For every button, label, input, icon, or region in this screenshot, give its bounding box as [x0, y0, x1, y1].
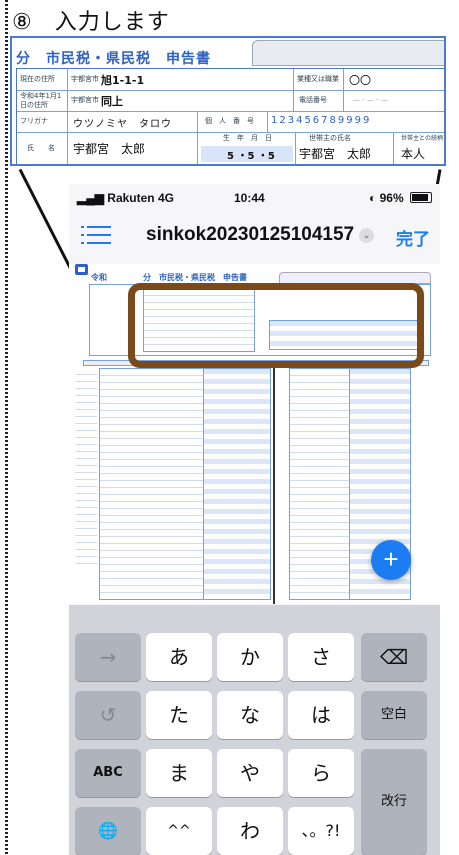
prev-address-prefix: 宇都宮市	[71, 96, 99, 104]
annotation-icon[interactable]	[75, 264, 88, 275]
carrier-status: ▂▄▆ Rakuten 4G	[77, 191, 174, 205]
key-ma[interactable]: ま	[146, 749, 212, 797]
name-value[interactable]: 宇都宮 太郎	[73, 140, 145, 157]
birth-label: 生 年 月 日	[223, 134, 272, 142]
backspace-icon: ⌫	[379, 645, 409, 669]
doc-side-notes	[75, 368, 97, 568]
status-bar: ▂▄▆ Rakuten 4G 10:44 ◐ 96%	[69, 184, 440, 212]
punctuation-key[interactable]: 、。?!	[288, 807, 354, 855]
form-title: 分 市民税・県民税 申告書	[16, 51, 211, 67]
done-button[interactable]: 完了	[396, 225, 430, 250]
step-text: 入力します	[54, 10, 170, 35]
form-grid: 現在の住所 宇都宮市 旭1-1-1 業種又は職業 〇〇 令和4年1月1日の住所 …	[16, 68, 444, 164]
signal-icon: ▂▄▆	[77, 191, 108, 205]
key-ra[interactable]: ら	[288, 749, 354, 797]
dotted-border	[5, 0, 8, 855]
highlight-frame	[128, 283, 424, 368]
document-title[interactable]: sinkok20230125104157 ⌄	[146, 224, 375, 246]
undo-key[interactable]: ↺	[75, 691, 141, 739]
phone-value[interactable]: — - — - —	[353, 96, 388, 105]
globe-icon: 🌐	[98, 821, 118, 840]
space-key[interactable]: 空白	[361, 691, 427, 739]
abc-key[interactable]: ABC	[75, 749, 141, 797]
key-ya[interactable]: や	[217, 749, 283, 797]
form-tab-box	[252, 40, 444, 66]
chevron-down-icon[interactable]: ⌄	[359, 228, 375, 243]
undo-icon: ↺	[99, 703, 117, 727]
moon-icon: ◐	[369, 191, 380, 205]
prev-address-row: 令和4年1月1日の住所 宇都宮市 同上 電話番号 — - — - —	[17, 90, 444, 112]
list-menu-icon[interactable]	[81, 226, 111, 250]
business-value[interactable]: 〇〇	[349, 72, 371, 88]
network-label: 4G	[157, 191, 174, 205]
personal-number-value[interactable]: 123456789999	[271, 115, 371, 126]
business-label: 業種又は職業	[297, 75, 339, 83]
personal-number-label: 個 人 番 号	[205, 117, 254, 125]
clock: 10:44	[234, 191, 265, 205]
battery-status: ◐ 96%	[369, 191, 432, 205]
address-prefix: 宇都宮市	[71, 75, 99, 83]
address-value[interactable]: 旭1-1-1	[101, 72, 144, 88]
furigana-value[interactable]: ウツノミヤ タロウ	[73, 115, 172, 130]
head-label: 世帯主の氏名	[309, 134, 351, 142]
step-number: ⑧	[12, 10, 33, 35]
dakuten-key[interactable]: ^^	[146, 807, 212, 855]
document-title-label: sinkok20230125104157	[146, 224, 355, 245]
key-ha[interactable]: は	[288, 691, 354, 739]
key-ka[interactable]: か	[217, 633, 283, 681]
japanese-keyboard: → あ か さ ⌫ ↺ た な は 空白 ABC ま や ら 改行 🌐 ^^ わ…	[69, 605, 440, 855]
doc-right-column	[289, 368, 351, 600]
return-key[interactable]: 改行	[361, 749, 427, 855]
key-ta[interactable]: た	[146, 691, 212, 739]
doc-header: 分 市民税・県民税 申告書	[143, 273, 247, 282]
address-label: 現在の住所	[20, 75, 55, 83]
doc-prefix: 令和	[91, 273, 107, 282]
phone-screen: ▂▄▆ Rakuten 4G 10:44 ◐ 96% sinkok2023012…	[69, 184, 440, 855]
birth-value: 5 ・5 ・5	[227, 151, 275, 162]
phone-label: 電話番号	[299, 96, 327, 104]
address-row: 現在の住所 宇都宮市 旭1-1-1 業種又は職業 〇〇	[17, 69, 444, 91]
relation-label: 世帯主との続柄	[401, 135, 443, 142]
delete-key[interactable]: ⌫	[361, 633, 427, 681]
key-wa[interactable]: わ	[217, 807, 283, 855]
battery-icon	[410, 192, 432, 203]
doc-left-column	[99, 368, 205, 600]
relation-value[interactable]: 本人	[401, 145, 425, 162]
furigana-label: フリガナ	[20, 117, 48, 125]
arrow-right-icon: →	[99, 645, 117, 669]
carrier-label: Rakuten	[107, 191, 155, 205]
next-key[interactable]: →	[75, 633, 141, 681]
step-heading: ⑧ 入力します	[12, 4, 170, 36]
head-value[interactable]: 宇都宮 太郎	[299, 145, 371, 162]
globe-key[interactable]: 🌐	[75, 807, 141, 855]
key-sa[interactable]: さ	[288, 633, 354, 681]
battery-label: 96%	[379, 191, 404, 205]
nav-bar: sinkok20230125104157 ⌄ 完了	[69, 212, 440, 256]
doc-left-values	[203, 368, 271, 600]
add-button[interactable]: +	[371, 540, 411, 580]
doc-column-separator	[273, 364, 275, 604]
key-na[interactable]: な	[217, 691, 283, 739]
name-row: 氏 名 宇都宮 太郎 生 年 月 日 世帯主の氏名 世帯主との続柄 5 ・5 ・…	[17, 132, 444, 164]
furigana-row: フリガナ ウツノミヤ タロウ 個 人 番 号 123456789999	[17, 111, 444, 133]
prev-address-label: 令和4年1月1日の住所	[20, 92, 62, 109]
form-zoom-panel: 分 市民税・県民税 申告書 現在の住所 宇都宮市 旭1-1-1 業種又は職業 〇…	[10, 36, 446, 166]
name-label: 氏 名	[27, 144, 55, 152]
prev-address-value[interactable]: 同上	[101, 93, 123, 109]
key-a[interactable]: あ	[146, 633, 212, 681]
